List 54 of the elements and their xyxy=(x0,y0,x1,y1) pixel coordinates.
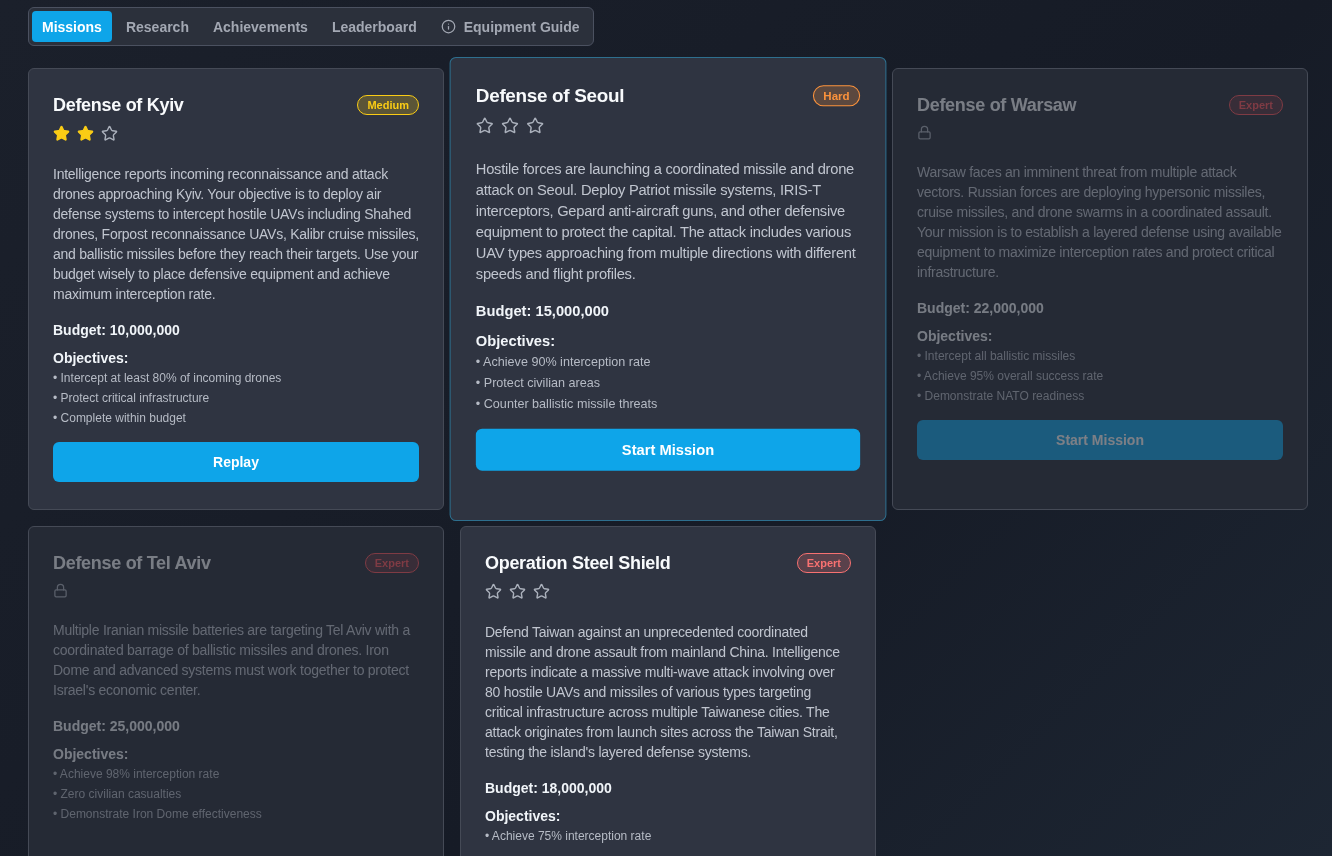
mission-description: Defend Taiwan against an unprecedented coordinated missile and drone assault from mainland China. Intelligence reports indicate a massive multi-wave attack involving over 80 hostile UAVs and missiles of various types targeting critical infrastructure across multiple Taiwanese cities. The attack originates from launch sites across the Taiwan Strait, testing the island's layered defense systems. xyxy=(485,623,841,762)
objective-item: • Complete within budget xyxy=(53,410,187,427)
objectives-heading: Objectives: xyxy=(485,808,562,824)
star-icon xyxy=(53,125,70,142)
objectives-heading: Objectives: xyxy=(917,328,994,344)
star-icon xyxy=(501,116,519,135)
objective-item: • Achieve 98% interception rate xyxy=(53,766,221,783)
budget-text: Budget: 18,000,000 xyxy=(485,780,613,796)
mission-description: Hostile forces are launching a coordinated missile and drone attack on Seoul. Deploy Patriot missile systems, IRIS-T interceptors, Gepard anti-aircraft guns, and other defensive equipment to protect the capital. The attack includes various UAV types approaching from multiple directions with different speeds and flight profiles. xyxy=(475,158,857,284)
budget-text: Budget: 22,000,000 xyxy=(917,300,1045,316)
tab[interactable]: Equipment Guide xyxy=(430,11,590,42)
mission-title: Defense of Tel Aviv xyxy=(53,553,211,574)
mission-title: Defense of Kyiv xyxy=(53,95,184,116)
difficulty-badge: Hard xyxy=(812,85,861,107)
objectives-heading: Objectives: xyxy=(53,746,130,762)
star-icon xyxy=(475,116,494,135)
objective-item: • Protect critical infrastructure xyxy=(53,390,211,407)
objective-item: • Demonstrate Iron Dome effectiveness xyxy=(53,806,263,823)
objective-item: • Demonstrate NATO readiness xyxy=(917,388,1086,405)
difficulty-badge: Expert xyxy=(1228,95,1283,115)
tab[interactable]: Leaderboard xyxy=(321,11,427,42)
objective-item: • Achieve 90% interception rate xyxy=(475,353,652,371)
mission-description: Multiple Iranian missile batteries are targeting Tel Aviv with a coordinated barrage of ballistic missiles and drones. Iron Dome and advanced systems must work together to protect Israel's economic center. xyxy=(53,621,412,700)
budget-text: Budget: 10,000,000 xyxy=(53,322,181,338)
mission-description: Warsaw faces an imminent threat from multiple attack vectors. Russian forces are deploying hypersonic missiles, cruise missiles, and drone swarms in a coordinated assault. Your mission is to establish a layered defense using available equipment to maximize interception rates and protect critical infrastructure. xyxy=(917,163,1283,282)
difficulty-badge: Expert xyxy=(796,553,851,573)
objective-item: • Intercept at least 80% of incoming drones xyxy=(53,370,283,387)
difficulty-badge: Expert xyxy=(364,553,419,573)
budget-text: Budget: 15,000,000 xyxy=(475,302,611,320)
objective-item: • Zero civilian casualties xyxy=(53,786,183,803)
objectives-heading: Objectives: xyxy=(475,332,557,349)
star-icon xyxy=(77,125,94,142)
tab[interactable]: Research xyxy=(115,11,199,42)
difficulty-badge: Medium xyxy=(357,95,419,115)
lock-icon xyxy=(917,125,932,140)
mission-description: Intelligence reports incoming reconnaissance and attack drones approaching Kyiv. Your objective is to deploy air defense systems to intercept hostile UAVs including Shahed drones, Forpost reconnaissance UAVs, Kalibr cruise missiles, and ballistic missiles before they reach their targets. Use your budget wisely to place defensive equipment and achieve maximum interception rate. xyxy=(53,165,419,304)
objective-item: • Achieve 75% interception rate xyxy=(485,828,653,845)
info-icon xyxy=(440,19,456,34)
star-icon xyxy=(533,583,550,600)
budget-text: Budget: 25,000,000 xyxy=(53,718,181,734)
star-icon xyxy=(101,125,118,142)
mission-title: Defense of Warsaw xyxy=(917,95,1077,116)
star-icon xyxy=(485,583,502,600)
mission-title: Defense of Seoul xyxy=(475,85,625,108)
objective-item: • Intercept all ballistic missiles xyxy=(917,348,1077,365)
objectives-heading: Objectives: xyxy=(53,350,130,366)
star-icon xyxy=(526,116,545,135)
objective-item: • Achieve 95% overall success rate xyxy=(917,368,1105,385)
star-icon xyxy=(509,583,526,600)
mission-title: Operation Steel Shield xyxy=(485,553,671,574)
tab[interactable]: Achievements xyxy=(202,11,318,42)
objective-item: • Counter ballistic missile threats xyxy=(475,395,659,413)
objective-item: • Protect civilian areas xyxy=(475,374,601,392)
lock-icon xyxy=(53,583,68,598)
